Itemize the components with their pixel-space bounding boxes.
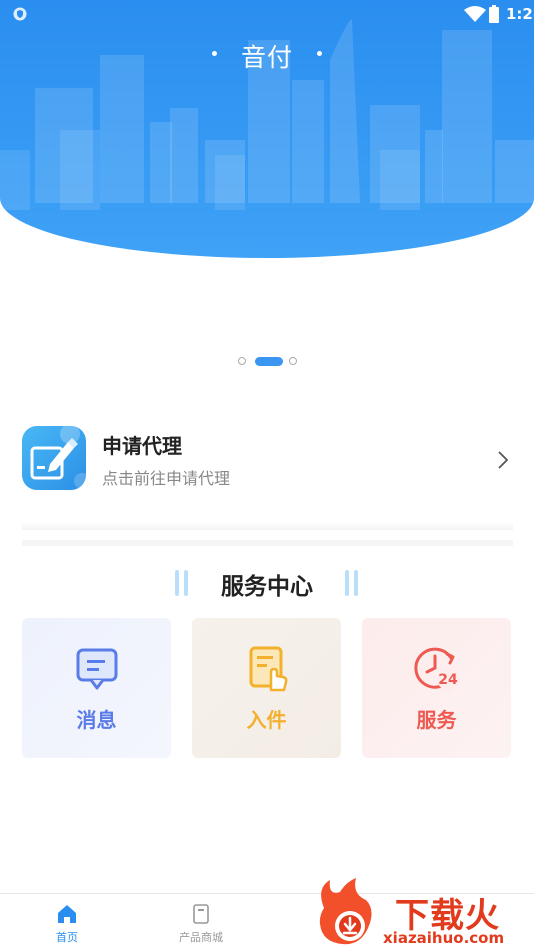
carousel-indicator	[0, 357, 534, 367]
battery-icon	[489, 5, 499, 23]
service-card-submit[interactable]: 入件	[192, 618, 341, 758]
clock-24-icon: 24	[413, 647, 459, 690]
section-title-decoration-right	[345, 570, 358, 596]
service-card-message[interactable]: 消息	[22, 618, 171, 758]
page-title: 音付	[240, 43, 293, 72]
service-card-label: 入件	[246, 708, 287, 732]
status-bar: 1:28	[0, 0, 534, 28]
divider	[22, 540, 513, 546]
divider	[22, 522, 513, 530]
watermark-url: xiazaihuo.com	[383, 929, 505, 947]
service-card-label: 消息	[76, 708, 117, 732]
service-center-title: 服务中心	[221, 574, 313, 600]
carousel-dot-active[interactable]	[255, 357, 283, 366]
home-icon	[58, 905, 76, 923]
service-card-label: 服务	[416, 708, 457, 732]
message-icon	[76, 648, 117, 690]
tab-label: 产品商城	[179, 931, 223, 944]
carousel-dot[interactable]	[238, 357, 246, 365]
status-time: 1:28	[506, 5, 534, 23]
service-card-service[interactable]: 24 服务	[362, 618, 511, 758]
tab-product-mall[interactable]: 产品商城	[134, 894, 268, 950]
tab-home[interactable]: 首页	[0, 894, 134, 950]
shield-icon	[13, 7, 27, 21]
apply-agent-subtitle: 点击前往申请代理	[102, 469, 231, 488]
tab-label: 首页	[56, 931, 78, 944]
apply-agent-title: 申请代理	[102, 434, 182, 458]
apply-agent-row[interactable]: 申请代理 点击前往申请代理	[0, 420, 534, 506]
svg-text:24: 24	[438, 672, 458, 688]
chevron-right-icon	[498, 451, 509, 469]
title-dot-right	[317, 51, 322, 56]
carousel-dot[interactable]	[289, 357, 297, 365]
edit-document-icon	[22, 426, 86, 490]
document-hand-icon	[249, 646, 287, 692]
wifi-icon	[464, 6, 486, 22]
bag-icon	[193, 904, 209, 924]
